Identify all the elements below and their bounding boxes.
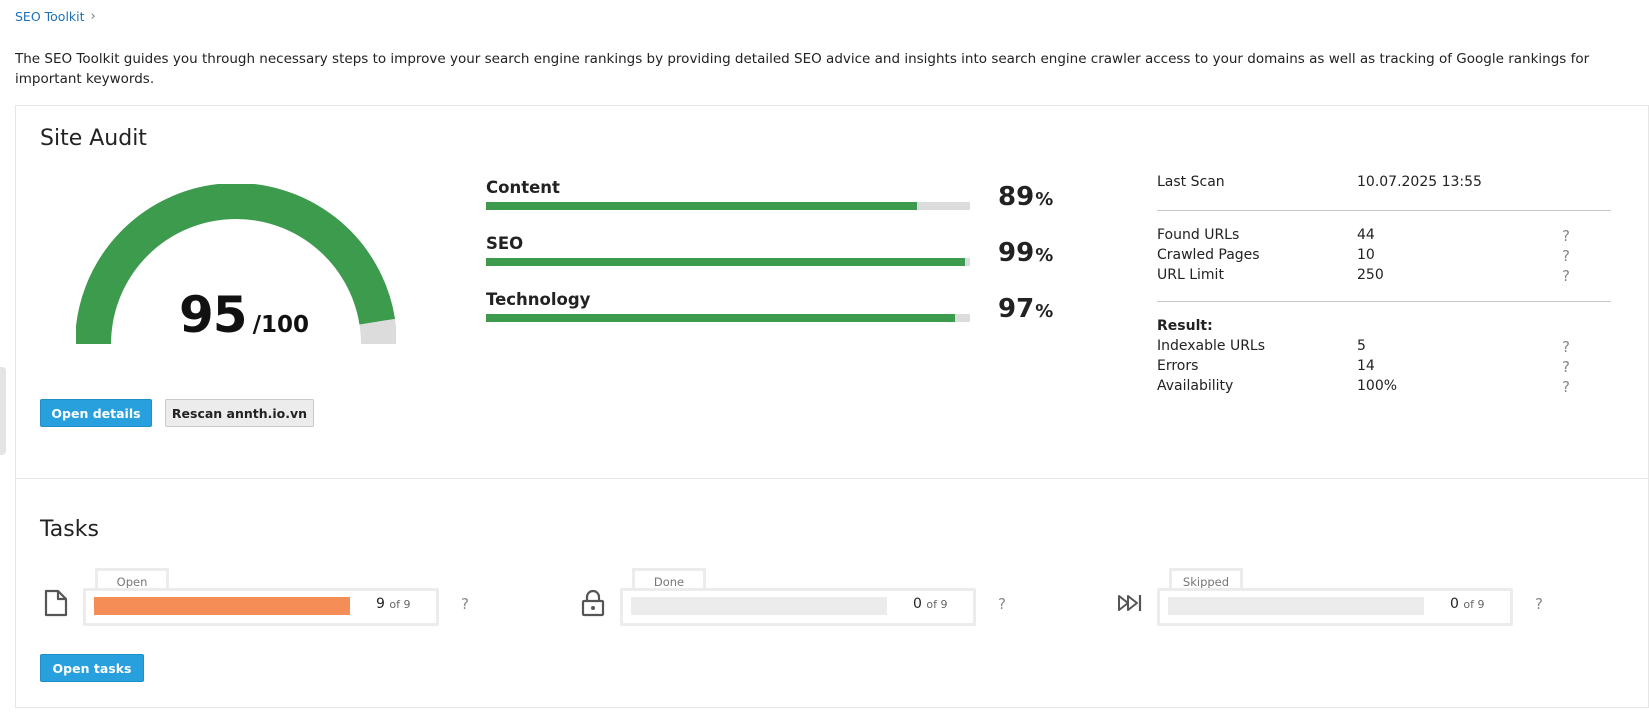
- result-heading: Result:: [1157, 318, 1213, 334]
- divider: [1157, 301, 1611, 302]
- score-value: 95: [179, 286, 248, 344]
- intro-text: The SEO Toolkit guides you through neces…: [15, 51, 1590, 87]
- help-icon[interactable]: ?: [1562, 338, 1570, 356]
- document-icon: [44, 589, 68, 617]
- score-display: 95 /100: [179, 286, 309, 344]
- category-fill: [486, 202, 917, 210]
- site-audit-card: Site Audit 95 /100 Content 89% SEO 99% T…: [15, 105, 1649, 479]
- category-label: SEO: [486, 234, 524, 253]
- stat-availability: Availability 100% ?: [1157, 378, 1570, 396]
- category-fill: [486, 314, 956, 322]
- category-percent: 89%: [998, 182, 1054, 212]
- task-count: 0 of 9: [1450, 596, 1485, 612]
- task-group-skipped: Skipped 0 of 9 ?: [1116, 565, 1556, 626]
- divider: [1157, 210, 1611, 211]
- task-track: [631, 597, 887, 615]
- task-fill: [94, 597, 350, 615]
- stat-found-urls: Found URLs 44 ?: [1157, 227, 1570, 245]
- task-track: [1168, 597, 1424, 615]
- help-icon[interactable]: ?: [1535, 595, 1543, 613]
- help-icon[interactable]: ?: [461, 595, 469, 613]
- category-track: [486, 314, 970, 322]
- help-icon[interactable]: ?: [1562, 358, 1570, 376]
- category-percent: 97%: [998, 294, 1054, 324]
- breadcrumb-seo-toolkit-link[interactable]: SEO Toolkit: [15, 9, 85, 24]
- task-count: 0 of 9: [913, 596, 948, 612]
- category-seo: SEO 99%: [486, 234, 1066, 290]
- help-icon[interactable]: ?: [998, 595, 1006, 613]
- task-progress[interactable]: 9 of 9: [83, 588, 439, 626]
- category-track: [486, 258, 970, 266]
- help-icon[interactable]: ?: [1562, 267, 1570, 285]
- help-icon[interactable]: ?: [1562, 247, 1570, 265]
- scan-stats: Last Scan 10.07.2025 13:55 Found URLs 44…: [1157, 174, 1611, 398]
- category-track: [486, 202, 970, 210]
- task-group-done: Done 0 of 9 ?: [579, 565, 1019, 626]
- task-count: 9 of 9: [376, 596, 411, 612]
- tasks-title: Tasks: [40, 517, 99, 542]
- stat-url-limit: URL Limit 250 ?: [1157, 267, 1570, 285]
- score-max: /100: [252, 312, 310, 338]
- category-fill: [486, 258, 966, 266]
- category-label: Content: [486, 178, 560, 197]
- open-tasks-button[interactable]: Open tasks: [40, 654, 144, 682]
- task-progress[interactable]: 0 of 9: [620, 588, 976, 626]
- category-technology: Technology 97%: [486, 290, 1066, 346]
- chevron-right-icon: ›: [90, 9, 96, 24]
- skip-forward-icon: [1118, 595, 1142, 611]
- stat-crawled-pages: Crawled Pages 10 ?: [1157, 247, 1570, 265]
- task-track: [94, 597, 350, 615]
- lock-icon: [581, 589, 605, 617]
- stat-errors: Errors 14 ?: [1157, 358, 1570, 376]
- category-percent: 99%: [998, 238, 1054, 268]
- side-panel-handle[interactable]: [0, 367, 6, 455]
- site-audit-title: Site Audit: [40, 126, 147, 151]
- help-icon[interactable]: ?: [1562, 227, 1570, 245]
- rescan-button[interactable]: Rescan annth.io.vn: [165, 399, 314, 427]
- stat-last-scan: Last Scan 10.07.2025 13:55: [1157, 174, 1482, 190]
- stat-indexable-urls: Indexable URLs 5 ?: [1157, 338, 1570, 356]
- category-scores: Content 89% SEO 99% Technology 97%: [486, 178, 1066, 346]
- open-details-button[interactable]: Open details: [40, 399, 152, 427]
- category-label: Technology: [486, 290, 591, 309]
- category-content: Content 89%: [486, 178, 1066, 234]
- task-group-open: Open 9 of 9 ?: [42, 565, 482, 626]
- breadcrumb: SEO Toolkit ›: [15, 9, 96, 24]
- task-progress[interactable]: 0 of 9: [1157, 588, 1513, 626]
- help-icon[interactable]: ?: [1562, 378, 1570, 396]
